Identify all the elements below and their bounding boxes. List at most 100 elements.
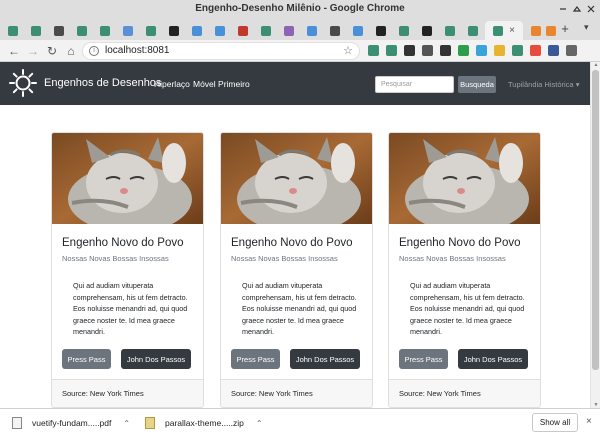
tab-favicon-icon bbox=[306, 25, 317, 36]
chevron-up-icon[interactable]: ⌃ bbox=[256, 419, 263, 428]
browser-tab[interactable] bbox=[540, 21, 561, 40]
browser-tab[interactable] bbox=[232, 21, 253, 40]
tab-favicon-icon bbox=[444, 25, 455, 36]
extension-icon[interactable] bbox=[512, 45, 523, 56]
brand-name[interactable]: Engenhos de Desenhos bbox=[44, 77, 161, 89]
home-button[interactable]: ⌂ bbox=[63, 43, 79, 59]
tab-favicon-icon bbox=[214, 25, 225, 36]
tab-favicon-icon bbox=[30, 25, 41, 36]
browser-tab[interactable] bbox=[163, 21, 184, 40]
chevron-up-icon[interactable]: ⌃ bbox=[123, 419, 130, 428]
kitten-image bbox=[221, 133, 372, 224]
extension-icon[interactable] bbox=[566, 45, 577, 56]
site-info-icon[interactable]: i bbox=[89, 46, 99, 56]
john-dos-passos-button[interactable]: John Dos Passos bbox=[458, 349, 528, 369]
news-card: Engenho Novo do Povo Nossas Novas Bossas … bbox=[388, 132, 541, 408]
search-button[interactable]: Busqueda bbox=[458, 76, 496, 93]
nav-link-movel-primeiro[interactable]: Móvel Primeiro bbox=[193, 79, 250, 89]
card-source: Source: New York Times bbox=[62, 389, 144, 398]
tab-favicon-icon bbox=[237, 25, 248, 36]
extension-icon[interactable] bbox=[530, 45, 541, 56]
close-shelf-icon[interactable]: × bbox=[586, 416, 592, 427]
page-scrollbar[interactable]: ▲ ▼ bbox=[590, 62, 600, 408]
kitten-image bbox=[389, 133, 540, 224]
scroll-thumb[interactable] bbox=[592, 70, 599, 370]
browser-tab[interactable]: × bbox=[485, 21, 523, 40]
card-title: Engenho Novo do Povo bbox=[231, 237, 353, 249]
browser-tab[interactable] bbox=[393, 21, 414, 40]
card-footer: Source: New York Times bbox=[389, 379, 540, 407]
site-navbar: Engenhos de Desenhos Hiperlaço Móvel Pri… bbox=[0, 62, 590, 105]
browser-tab[interactable] bbox=[370, 21, 391, 40]
zip-file-icon bbox=[145, 417, 155, 429]
extension-icon[interactable] bbox=[440, 45, 451, 56]
nav-link-hiperlaco[interactable]: Hiperlaço bbox=[154, 79, 190, 89]
browser-tab[interactable] bbox=[439, 21, 460, 40]
browser-tab[interactable] bbox=[140, 21, 161, 40]
card-source: Source: New York Times bbox=[231, 389, 313, 398]
close-window-icon[interactable] bbox=[586, 4, 596, 14]
browser-tab[interactable] bbox=[117, 21, 138, 40]
extension-icon[interactable] bbox=[422, 45, 433, 56]
tab-favicon-icon bbox=[352, 25, 363, 36]
close-tab-icon[interactable]: × bbox=[509, 25, 515, 36]
browser-tab[interactable] bbox=[48, 21, 69, 40]
address-bar[interactable]: i localhost:8081 ☆ bbox=[82, 42, 360, 60]
card-title: Engenho Novo do Povo bbox=[399, 237, 521, 249]
reload-button[interactable]: ↻ bbox=[44, 43, 60, 59]
download-item-zip[interactable]: parallax-theme.....zip ⌃ bbox=[145, 413, 263, 433]
maximize-icon[interactable] bbox=[572, 4, 582, 14]
window-title: Engenho-Desenho Milênio - Google Chrome bbox=[195, 3, 405, 14]
tab-favicon-icon bbox=[99, 25, 110, 36]
extension-icon[interactable] bbox=[458, 45, 469, 56]
browser-tab[interactable] bbox=[347, 21, 368, 40]
sun-logo-icon[interactable] bbox=[8, 68, 38, 98]
browser-tab[interactable] bbox=[301, 21, 322, 40]
bookmark-star-icon[interactable]: ☆ bbox=[343, 44, 353, 57]
tab-favicon-icon bbox=[329, 25, 340, 36]
tab-favicon-icon bbox=[168, 25, 179, 36]
browser-tab[interactable] bbox=[94, 21, 115, 40]
browser-tab[interactable] bbox=[2, 21, 23, 40]
browser-tab[interactable] bbox=[324, 21, 345, 40]
file-icon bbox=[12, 417, 22, 429]
john-dos-passos-button[interactable]: John Dos Passos bbox=[290, 349, 360, 369]
card-body-text: Qui ad audiam vituperata comprehensam, h… bbox=[242, 281, 357, 336]
dropdown-label: Tupilândia Histórica bbox=[508, 80, 574, 89]
press-pass-button[interactable]: Press Pass bbox=[62, 349, 111, 369]
browser-tab[interactable] bbox=[416, 21, 437, 40]
extension-icon[interactable] bbox=[404, 45, 415, 56]
show-all-downloads-button[interactable]: Show all bbox=[532, 413, 578, 432]
url-text[interactable]: localhost:8081 bbox=[105, 45, 170, 56]
browser-tab[interactable] bbox=[186, 21, 207, 40]
scroll-up-arrow-icon[interactable]: ▲ bbox=[591, 62, 600, 68]
tab-favicon-icon bbox=[7, 25, 18, 36]
tab-search-chevron-icon[interactable]: ▾ bbox=[584, 22, 589, 33]
forward-button[interactable]: → bbox=[25, 43, 41, 59]
browser-tab[interactable] bbox=[71, 21, 92, 40]
browser-tab[interactable] bbox=[278, 21, 299, 40]
search-input[interactable] bbox=[375, 76, 454, 93]
extension-icon[interactable] bbox=[494, 45, 505, 56]
caret-down-icon: ▾ bbox=[575, 80, 580, 89]
minimize-icon[interactable] bbox=[558, 4, 568, 14]
extension-icon[interactable] bbox=[548, 45, 559, 56]
browser-tab[interactable] bbox=[255, 21, 276, 40]
press-pass-button[interactable]: Press Pass bbox=[231, 349, 280, 369]
tab-favicon-icon bbox=[191, 25, 202, 36]
extension-icon[interactable] bbox=[368, 45, 379, 56]
historic-dropdown[interactable]: Tupilândia Histórica ▾ bbox=[508, 80, 579, 89]
tab-strip: + ▾ × bbox=[0, 18, 600, 40]
browser-tab[interactable] bbox=[25, 21, 46, 40]
browser-tab[interactable] bbox=[209, 21, 230, 40]
extension-icon[interactable] bbox=[386, 45, 397, 56]
browser-tab[interactable] bbox=[462, 21, 483, 40]
press-pass-button[interactable]: Press Pass bbox=[399, 349, 448, 369]
tab-favicon-icon bbox=[53, 25, 64, 36]
john-dos-passos-button[interactable]: John Dos Passos bbox=[121, 349, 191, 369]
download-item-pdf[interactable]: vuetify-fundam.....pdf ⌃ bbox=[12, 413, 130, 433]
extension-icon[interactable] bbox=[476, 45, 487, 56]
card-footer: Source: New York Times bbox=[52, 379, 203, 407]
back-button[interactable]: ← bbox=[6, 43, 22, 59]
card-body-text: Qui ad audiam vituperata comprehensam, h… bbox=[73, 281, 188, 336]
